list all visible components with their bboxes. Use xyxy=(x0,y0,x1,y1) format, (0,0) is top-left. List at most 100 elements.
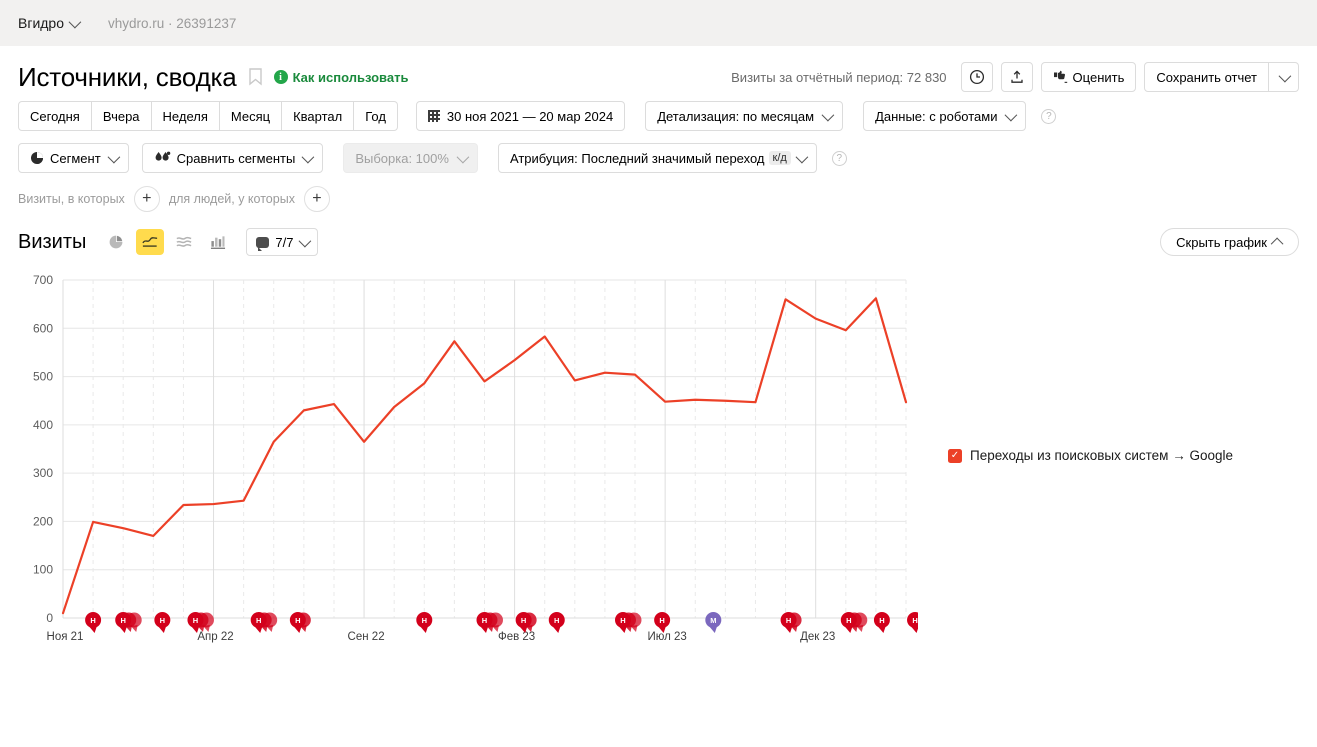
chart-annotation-marker[interactable]: Н xyxy=(289,612,311,633)
svg-text:Н: Н xyxy=(256,616,261,625)
account-switcher[interactable]: Вгидро xyxy=(18,15,82,31)
hide-chart-label: Скрыть график xyxy=(1176,234,1267,250)
chevron-down-icon xyxy=(299,234,312,247)
hide-chart-button[interactable]: Скрыть график xyxy=(1160,228,1299,256)
metrics-selector[interactable]: 7/7 xyxy=(246,228,319,256)
chevron-up-icon xyxy=(1270,237,1284,250)
people-condition-label: для людей, у которых xyxy=(168,192,295,206)
detail-level-select[interactable]: Детализация: по месяцам xyxy=(645,101,844,131)
segment-button[interactable]: Сегмент xyxy=(18,143,129,173)
sample-label: Выборка: 100% xyxy=(355,150,449,166)
period-tab-today[interactable]: Сегодня xyxy=(18,101,92,131)
thumbs-icon xyxy=(1053,70,1067,83)
date-range-picker[interactable]: 30 ноя 2021 — 20 мар 2024 xyxy=(415,101,626,131)
svg-text:Н: Н xyxy=(90,616,95,625)
chart-annotation-marker[interactable]: Н xyxy=(187,612,214,633)
how-to-use-link[interactable]: i Как использовать xyxy=(273,69,409,85)
chart-annotation-marker[interactable]: Н xyxy=(250,612,278,633)
svg-text:600: 600 xyxy=(33,321,53,335)
chart-annotation-marker[interactable]: Н xyxy=(476,612,504,633)
attribution-tag: к/д xyxy=(768,151,791,165)
svg-text:Н: Н xyxy=(879,616,884,625)
chevron-down-icon xyxy=(107,150,120,163)
svg-text:Н: Н xyxy=(422,616,427,625)
attribution-select[interactable]: Атрибуция: Последний значимый переход к/… xyxy=(497,143,817,173)
legend-item[interactable]: ✓ Переходы из поисковых систем → Google xyxy=(948,448,1233,463)
sample-select[interactable]: Выборка: 100% xyxy=(343,143,478,173)
chart-annotation-marker[interactable]: Н xyxy=(614,612,642,633)
chevron-down-icon xyxy=(301,150,315,163)
add-people-condition-button[interactable]: + xyxy=(303,186,330,212)
svg-text:Сен 22: Сен 22 xyxy=(348,631,385,643)
period-tab-yesterday[interactable]: Вчера xyxy=(91,101,152,131)
history-clock-button[interactable] xyxy=(960,62,993,92)
svg-text:Н: Н xyxy=(786,616,791,625)
svg-text:Н: Н xyxy=(846,616,851,625)
data-source-help-icon[interactable]: ? xyxy=(1041,108,1057,124)
chart-annotation-marker[interactable]: Н xyxy=(873,612,890,633)
chevron-down-icon xyxy=(821,108,835,121)
svg-text:Июл 23: Июл 23 xyxy=(647,631,686,643)
chart-annotation-marker[interactable]: Н xyxy=(780,612,802,633)
chart-annotation-marker[interactable]: Н xyxy=(154,612,171,633)
compare-drops-icon xyxy=(155,151,170,161)
period-tab-week[interactable]: Неделя xyxy=(151,101,220,131)
area-chart-icon[interactable] xyxy=(170,229,198,255)
compare-segments-button[interactable]: Сравнить сегменты xyxy=(141,143,324,173)
svg-text:0: 0 xyxy=(46,611,53,625)
upload-icon xyxy=(1010,70,1023,83)
chart-annotation-marker[interactable]: Н xyxy=(654,612,671,633)
chart-title: Визиты xyxy=(18,230,87,253)
svg-text:Н: Н xyxy=(620,616,625,625)
svg-text:Н: Н xyxy=(521,616,526,625)
data-source-select[interactable]: Данные: с роботами xyxy=(863,101,1027,131)
svg-text:Дек 23: Дек 23 xyxy=(800,631,835,643)
line-chart-icon[interactable] xyxy=(136,229,165,255)
visits-summary: Визиты за отчётный период: 72 830 xyxy=(731,69,947,85)
chart-annotation-marker[interactable]: Н xyxy=(840,612,868,633)
segment-builder: Визиты, в которых + для людей, у которых… xyxy=(0,180,1317,218)
detail-level-label: Детализация: по месяцам xyxy=(657,108,815,124)
chart-annotation-marker[interactable]: М xyxy=(705,612,722,633)
page-title: Источники, сводка xyxy=(18,61,237,92)
chevron-down-icon xyxy=(1278,69,1292,82)
export-button[interactable] xyxy=(1000,62,1033,92)
segment-label: Сегмент xyxy=(50,150,101,166)
pie-chart-icon[interactable] xyxy=(102,229,130,255)
add-visit-condition-button[interactable]: + xyxy=(133,186,160,212)
bookmark-icon[interactable] xyxy=(248,68,262,86)
chart-annotation-marker[interactable]: Н xyxy=(515,612,537,633)
data-source-label: Данные: с роботами xyxy=(875,108,998,124)
visits-condition-label: Визиты, в которых xyxy=(18,192,125,206)
compare-segments-label: Сравнить сегменты xyxy=(176,150,296,166)
save-report-button[interactable]: Сохранить отчет xyxy=(1144,62,1269,92)
svg-text:Н: Н xyxy=(121,616,126,625)
date-range-label: 30 ноя 2021 — 20 мар 2024 xyxy=(446,108,614,124)
legend-checkbox[interactable]: ✓ xyxy=(948,448,962,463)
chart-annotation-marker[interactable]: Н xyxy=(907,612,918,633)
chart-annotation-marker[interactable]: Н xyxy=(115,612,142,633)
svg-text:Н: Н xyxy=(160,616,165,625)
site-id-label[interactable]: vhydro.ru · 26391237 xyxy=(108,16,236,31)
period-tab-month[interactable]: Месяц xyxy=(219,101,283,131)
info-icon: i xyxy=(273,70,288,84)
svg-text:100: 100 xyxy=(33,563,53,577)
svg-text:Апр 22: Апр 22 xyxy=(197,631,233,643)
chart-annotation-marker[interactable]: Н xyxy=(416,612,433,633)
line-chart-plot[interactable]: 0 100 200 300 400 500 600 700 Ноя 21 Апр 22 Сен 22… xyxy=(18,268,918,658)
period-tab-year[interactable]: Год xyxy=(354,101,398,131)
calendar-icon xyxy=(427,110,440,122)
chart-annotation-marker[interactable]: Н xyxy=(548,612,565,633)
period-toolbar: Сегодня Вчера Неделя Месяц Квартал Год 3… xyxy=(0,94,1317,138)
period-tab-quarter[interactable]: Квартал xyxy=(282,101,355,131)
chart-annotation-marker[interactable]: Н xyxy=(85,612,102,633)
attribution-help-icon[interactable]: ? xyxy=(831,150,847,166)
rate-button[interactable]: Оценить xyxy=(1040,62,1137,92)
chart-container: 0 100 200 300 400 500 600 700 Ноя 21 Апр 22 Сен 22… xyxy=(0,262,1317,658)
svg-text:Н: Н xyxy=(659,616,664,625)
svg-text:Фев 23: Фев 23 xyxy=(498,631,535,643)
save-report-dropdown-button[interactable] xyxy=(1269,62,1299,92)
how-to-use-label: Как использовать xyxy=(292,69,409,85)
bar-chart-icon[interactable] xyxy=(204,229,232,255)
chart-toolbar: Визиты 7/7 Скрыть график xyxy=(0,222,1317,262)
